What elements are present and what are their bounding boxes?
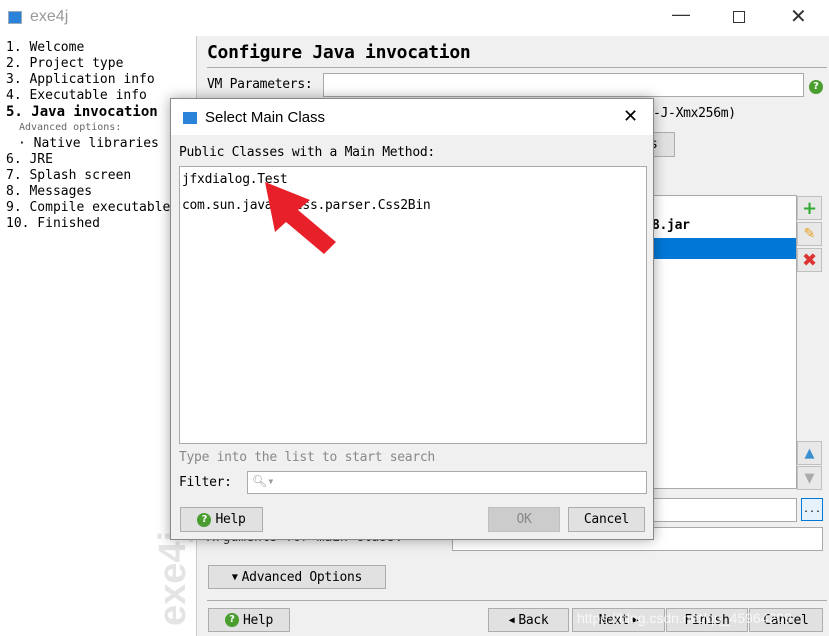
dialog-title-bar: Select Main Class ✕ [171,99,653,135]
red-arrow-annotation [265,182,336,254]
filter-input[interactable]: 🔍︎▾ [247,471,647,494]
step-welcome[interactable]: 1. Welcome [6,40,84,56]
arrow-left-icon: ◀ [508,614,515,626]
title-bar: exe4j — ✕ [0,0,829,36]
app-icon [8,11,22,24]
list-label: Public Classes with a Main Method: [179,145,435,160]
classpath-item[interactable]: 8.jar [652,218,690,233]
select-main-class-dialog: Select Main Class ✕ Public Classes with … [170,98,654,540]
delete-button[interactable]: ✖ [797,248,822,272]
step-messages[interactable]: 8. Messages [6,184,92,200]
move-down-button[interactable]: ▼ [797,466,822,490]
ok-button[interactable]: OK [488,507,560,532]
search-hint: Type into the list to start search [179,450,435,465]
vm-hint-text: -J-Xmx256m) [653,106,736,121]
move-up-button[interactable]: ▲ [797,441,822,465]
steps-sidebar: 1. Welcome 2. Project type 3. Applicatio… [0,36,195,636]
help-icon: ? [224,613,239,627]
step-finished[interactable]: 10. Finished [6,216,100,232]
help-label: Help [242,612,274,628]
exe4j-watermark: exe4j [152,530,194,626]
edit-button[interactable]: ✎ [797,222,822,246]
advanced-options-label: Advanced options: [19,122,122,133]
step-compile-executable[interactable]: 9. Compile executable [6,200,170,216]
dialog-help-button[interactable]: ? Help [180,507,263,532]
close-button[interactable]: ✕ [790,4,807,29]
advanced-options-button[interactable]: ▼ Advanced Options [208,565,386,589]
vm-parameters-input[interactable] [323,73,804,97]
step-project-type[interactable]: 2. Project type [6,56,123,72]
step-jre[interactable]: 6. JRE [6,152,53,168]
url-watermark: https://blog.csdn.net/qq_45964209 [577,610,792,626]
page-title: Configure Java invocation [207,42,471,63]
back-label: Back [518,612,549,628]
dialog-app-icon [183,112,197,124]
step-application-info[interactable]: 3. Application info [6,72,155,88]
search-icon: 🔍︎▾ [252,474,275,488]
step-native-libraries[interactable]: · Native libraries [18,136,159,152]
footer-divider [207,600,827,601]
help-label: Help [215,512,246,527]
title-divider [207,67,827,68]
step-splash-screen[interactable]: 7. Splash screen [6,168,131,184]
browse-main-class-button[interactable]: ... [801,498,823,521]
step-java-invocation[interactable]: 5. Java invocation [6,104,158,120]
minimize-button[interactable]: — [672,4,690,25]
window-title: exe4j [30,8,69,25]
main-class-list[interactable]: jfxdialog.Test com.sun.javafx.css.parser… [179,166,647,444]
filter-label: Filter: [179,475,232,490]
help-icon[interactable]: ? [809,78,823,94]
help-button[interactable]: ? Help [208,608,290,632]
dialog-close-button[interactable]: ✕ [623,106,638,127]
dialog-cancel-button[interactable]: Cancel [568,507,645,532]
dialog-title: Select Main Class [205,109,326,126]
back-button[interactable]: ◀ Back [488,608,569,632]
help-icon: ? [197,512,212,527]
maximize-button[interactable] [733,11,745,23]
arrow-shape [265,182,336,254]
caret-down-icon: ▼ [231,571,238,583]
vm-parameters-label: VM Parameters: [207,77,313,92]
advanced-options-label: Advanced Options [241,569,363,585]
step-executable-info[interactable]: 4. Executable info [6,88,147,104]
add-button[interactable]: + [797,196,822,220]
